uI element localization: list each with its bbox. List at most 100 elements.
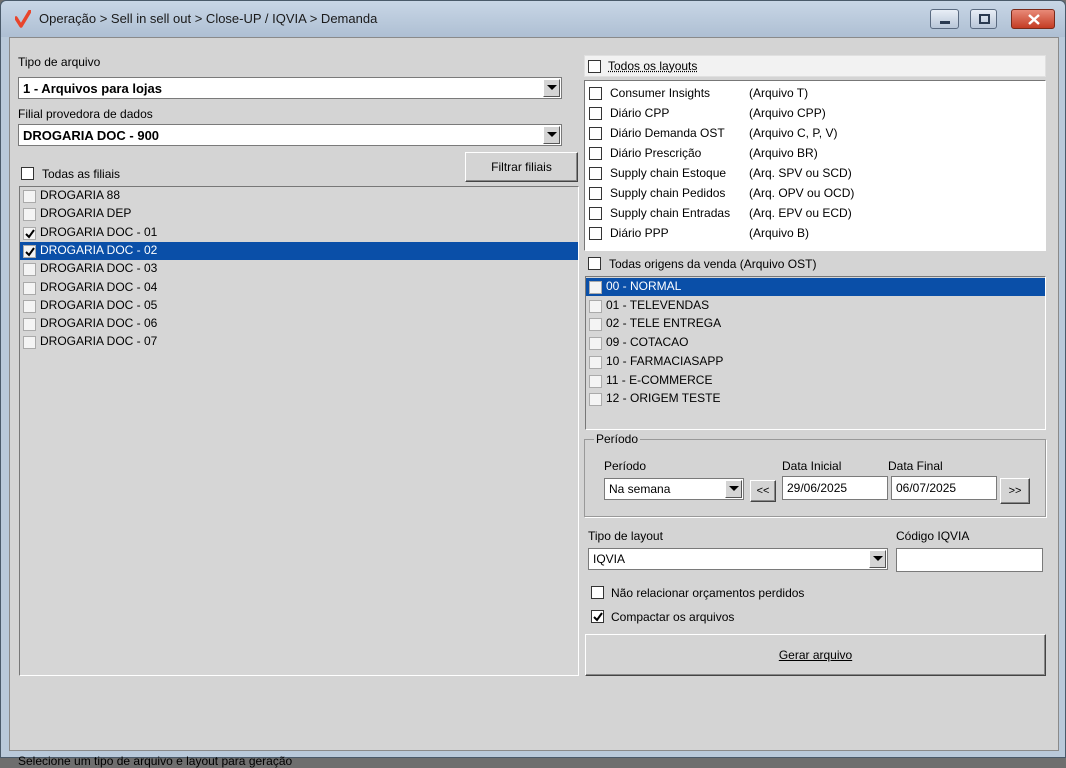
tipo-arquivo-select[interactable]: 1 - Arquivos para lojas <box>18 77 562 99</box>
filial-label: DROGARIA DOC - 07 <box>40 334 158 349</box>
chevron-down-icon <box>547 85 557 90</box>
todos-layouts-checkbox[interactable] <box>588 60 601 73</box>
close-button[interactable] <box>1011 9 1055 29</box>
layout-file-type: (Arquivo C, P, V) <box>749 126 838 140</box>
filial-list-item[interactable]: DROGARIA DOC - 04 <box>20 279 578 297</box>
todas-origens-checkbox[interactable] <box>588 257 601 270</box>
next-period-button[interactable]: >> <box>1000 478 1030 504</box>
filial-select[interactable]: DROGARIA DOC - 900 <box>18 124 562 146</box>
layout-list-item[interactable]: Supply chain Estoque (Arq. SPV ou SCD) <box>585 165 1045 183</box>
origem-label: 00 - NORMAL <box>606 279 682 293</box>
data-inicial-field[interactable]: 29/06/2025 <box>782 476 888 500</box>
origem-checkbox[interactable] <box>589 355 602 369</box>
nao-relacionar-checkbox[interactable] <box>591 586 604 599</box>
filial-checkbox[interactable] <box>23 281 36 295</box>
origens-list[interactable]: 00 - NORMAL 01 - TELEVENDAS 02 - TELE ENTR… <box>585 276 1046 430</box>
origem-list-item[interactable]: 09 - COTACAO <box>586 334 1045 352</box>
compactar-checkbox[interactable] <box>591 610 604 623</box>
origem-list-item[interactable]: 02 - TELE ENTREGA <box>586 315 1045 333</box>
tipo-arquivo-value: 1 - Arquivos para lojas <box>23 81 162 96</box>
layout-list-item[interactable]: Diário PPP (Arquivo B) <box>585 225 1045 243</box>
layout-checkbox[interactable] <box>589 227 602 240</box>
periodo-dropdown-button[interactable] <box>725 480 742 498</box>
layout-checkbox[interactable] <box>589 167 602 180</box>
tipo-layout-dropdown-button[interactable] <box>869 550 886 568</box>
client-area: Tipo de arquivo 1 - Arquivos para lojas … <box>9 37 1059 768</box>
origem-checkbox[interactable] <box>589 374 602 388</box>
layout-list-item[interactable]: Diário CPP (Arquivo CPP) <box>585 105 1045 123</box>
origem-list-item[interactable]: 10 - FARMACIASAPP <box>586 353 1045 371</box>
filial-label: DROGARIA DOC - 06 <box>40 316 158 331</box>
filial-list-item[interactable]: DROGARIA DEP <box>20 205 578 223</box>
filial-checkbox[interactable] <box>23 318 36 332</box>
filtrar-filiais-button[interactable]: Filtrar filiais <box>465 152 578 182</box>
layout-name: Diário CPP <box>610 106 670 120</box>
filial-checkbox[interactable] <box>23 208 36 222</box>
filial-list-item[interactable]: DROGARIA DOC - 03 <box>20 260 578 278</box>
chevron-down-icon <box>873 556 883 561</box>
origem-checkbox[interactable] <box>589 318 602 332</box>
filial-list-item[interactable]: DROGARIA DOC - 07 <box>20 333 578 351</box>
minimize-button[interactable] <box>930 9 959 29</box>
filial-list-item[interactable]: DROGARIA DOC - 02 <box>20 241 578 260</box>
layout-checkbox[interactable] <box>589 147 602 160</box>
title-bar[interactable]: Operação > Sell in sell out > Close-UP /… <box>1 1 1065 37</box>
layout-name: Diário Demanda OST <box>610 126 725 140</box>
origem-checkbox[interactable] <box>589 393 602 407</box>
origem-checkbox[interactable] <box>589 299 602 313</box>
origem-checkbox[interactable] <box>589 281 602 294</box>
filial-checkbox[interactable] <box>23 299 36 313</box>
filial-label: DROGARIA DOC - 01 <box>40 224 158 239</box>
checkmark-icon <box>25 229 35 239</box>
filial-list-item[interactable]: DROGARIA DOC - 06 <box>20 315 578 333</box>
todas-filiais-checkbox[interactable] <box>21 167 34 180</box>
layout-file-type: (Arq. SPV ou SCD) <box>749 166 852 180</box>
tipo-layout-select[interactable]: IQVIA <box>588 548 888 570</box>
layout-list-item[interactable]: Diário Prescrição (Arquivo BR) <box>585 145 1045 163</box>
layout-checkbox[interactable] <box>589 207 602 220</box>
codigo-iqvia-field[interactable] <box>896 548 1043 572</box>
layout-list-item[interactable]: Supply chain Pedidos (Arq. OPV ou OCD) <box>585 185 1045 203</box>
filial-dropdown-button[interactable] <box>543 126 560 144</box>
layout-name: Supply chain Estoque <box>610 166 727 180</box>
periodo-select[interactable]: Na semana <box>604 478 744 500</box>
origem-list-item[interactable]: 01 - TELEVENDAS <box>586 297 1045 315</box>
periodo-value: Na semana <box>609 482 671 496</box>
maximize-button[interactable] <box>970 9 997 29</box>
compactar-label: Compactar os arquivos <box>611 610 735 624</box>
filial-list-item[interactable]: DROGARIA DOC - 05 <box>20 297 578 315</box>
status-message: Selecione um tipo de arquivo e layout pa… <box>18 754 293 768</box>
gerar-arquivo-label: Gerar arquivo <box>778 648 853 662</box>
origem-list-item[interactable]: 11 - E-COMMERCE <box>586 372 1045 390</box>
layout-list-item[interactable]: Diário Demanda OST (Arquivo C, P, V) <box>585 125 1045 143</box>
layout-checkbox[interactable] <box>589 107 602 120</box>
filial-checkbox[interactable] <box>23 190 36 203</box>
layout-list-item[interactable]: Supply chain Entradas (Arq. EPV ou ECD) <box>585 205 1045 223</box>
origem-label: 02 - TELE ENTREGA <box>606 316 722 331</box>
origem-list-item[interactable]: 00 - NORMAL <box>586 278 1045 296</box>
origem-checkbox[interactable] <box>589 337 602 351</box>
layout-name: Supply chain Entradas <box>610 206 731 220</box>
layout-checkbox[interactable] <box>589 187 602 200</box>
data-final-field[interactable]: 06/07/2025 <box>891 476 997 500</box>
chevron-down-icon <box>547 132 557 137</box>
app-logo-icon <box>15 10 31 28</box>
filial-checkbox[interactable] <box>23 336 36 350</box>
layout-file-type: (Arquivo B) <box>749 226 810 240</box>
main-window: Operação > Sell in sell out > Close-UP /… <box>0 0 1066 768</box>
tipo-layout-value: IQVIA <box>593 552 626 566</box>
layout-list-item[interactable]: Consumer Insights (Arquivo T) <box>585 85 1045 103</box>
filial-list-item[interactable]: DROGARIA 88 <box>20 187 578 205</box>
layout-checkbox[interactable] <box>589 87 602 100</box>
origem-list-item[interactable]: 12 - ORIGEM TESTE <box>586 390 1045 408</box>
filial-checkbox[interactable] <box>23 263 36 277</box>
filial-checkbox[interactable] <box>23 244 36 258</box>
filiais-list[interactable]: DROGARIA 88 DROGARIA DEP DROGARIA DOC - 01… <box>19 186 579 676</box>
tipo-arquivo-dropdown-button[interactable] <box>543 79 560 97</box>
gerar-arquivo-button[interactable]: Gerar arquivo <box>585 634 1046 676</box>
layouts-list[interactable]: Consumer Insights (Arquivo T) Diário CPP (A… <box>584 80 1046 251</box>
prev-period-button[interactable]: << <box>750 480 776 502</box>
layout-checkbox[interactable] <box>589 127 602 140</box>
filial-list-item[interactable]: DROGARIA DOC - 01 <box>20 224 578 242</box>
filial-checkbox[interactable] <box>23 226 36 240</box>
